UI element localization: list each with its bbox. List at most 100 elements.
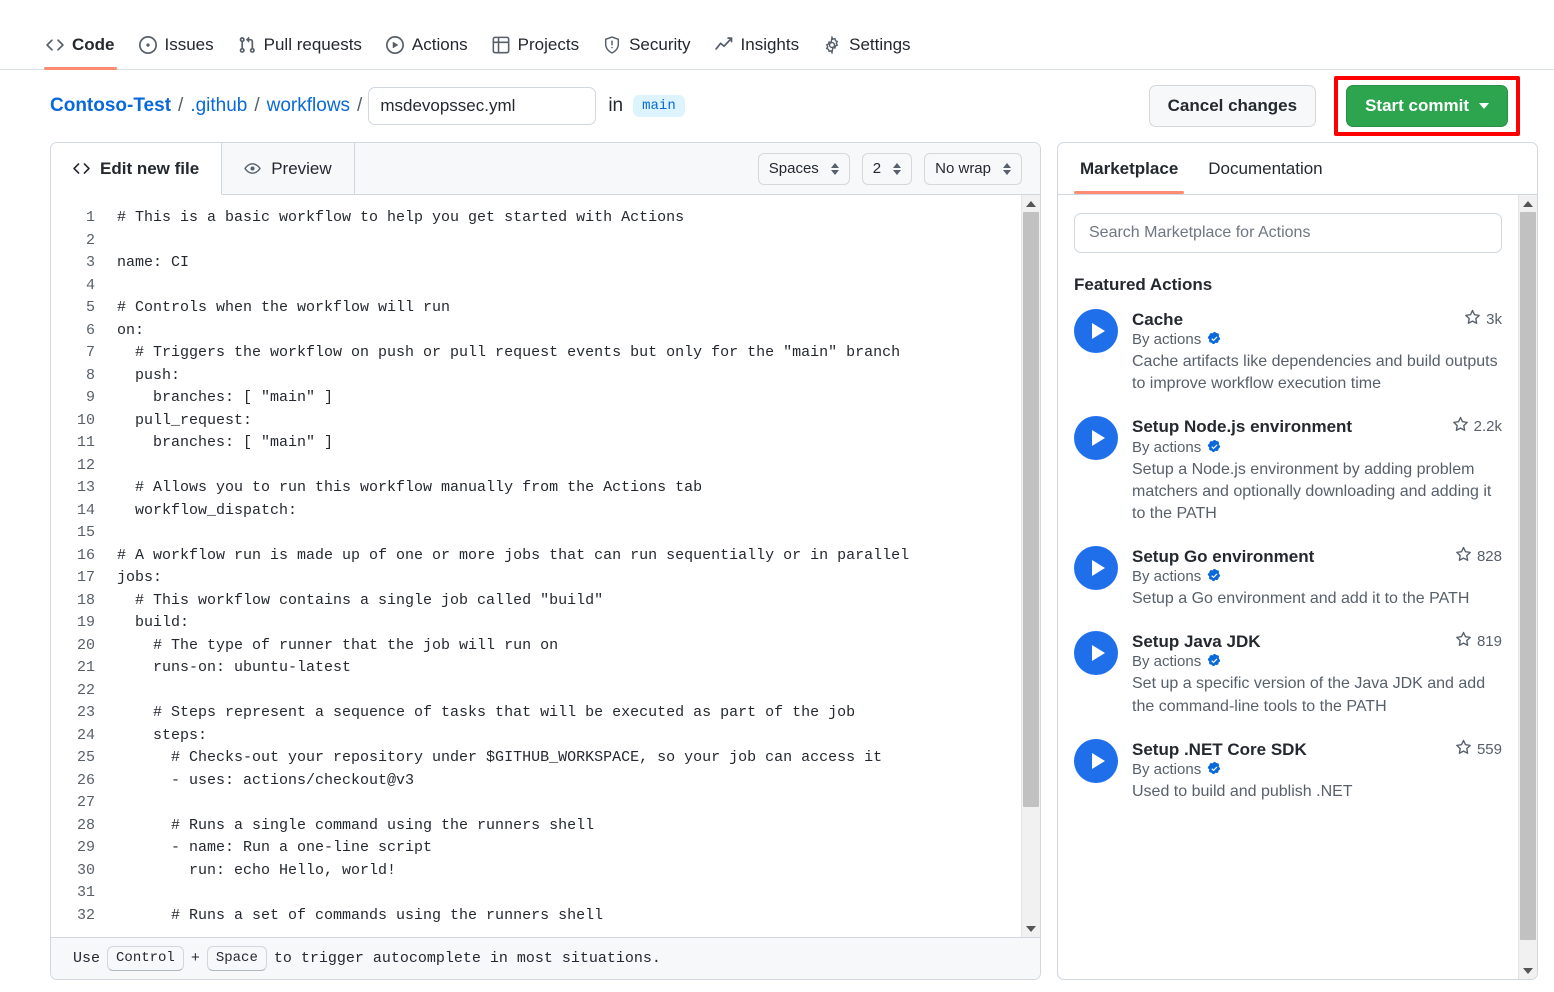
line-number: 3 bbox=[51, 252, 95, 275]
scroll-up-arrow-icon[interactable] bbox=[1022, 195, 1040, 212]
code-line[interactable]: run: echo Hello, world! bbox=[117, 860, 1021, 883]
featured-action-item[interactable]: Setup Go environment828By actionsSetup a… bbox=[1074, 546, 1502, 610]
featured-action-item[interactable]: Setup Java JDK819By actionsSet up a spec… bbox=[1074, 631, 1502, 717]
code-line[interactable]: steps: bbox=[117, 725, 1021, 748]
scroll-down-arrow-icon[interactable] bbox=[1519, 962, 1537, 979]
issue-opened-icon bbox=[139, 36, 157, 54]
code-line[interactable]: # The type of runner that the job will r… bbox=[117, 635, 1021, 658]
code-line[interactable]: workflow_dispatch: bbox=[117, 500, 1021, 523]
tab-preview[interactable]: Preview bbox=[222, 143, 354, 194]
breadcrumb-folder-workflows[interactable]: workflows bbox=[267, 95, 350, 117]
indent-mode-value: Spaces bbox=[769, 160, 819, 177]
code-line[interactable]: branches: [ "main" ] bbox=[117, 387, 1021, 410]
nav-item-pull-requests[interactable]: Pull requests bbox=[226, 35, 374, 69]
code-line[interactable]: pull_request: bbox=[117, 410, 1021, 433]
line-number: 30 bbox=[51, 860, 95, 883]
verified-badge-icon bbox=[1207, 332, 1222, 347]
git-pull-request-icon bbox=[238, 36, 256, 54]
star-icon bbox=[1455, 631, 1472, 652]
marketplace-scrollbar-thumb[interactable] bbox=[1520, 212, 1536, 940]
filename-input[interactable] bbox=[368, 87, 596, 125]
code-line[interactable]: # Checks-out your repository under $GITH… bbox=[117, 747, 1021, 770]
hint-plus: + bbox=[191, 950, 200, 967]
code-line[interactable]: # Triggers the workflow on push or pull … bbox=[117, 342, 1021, 365]
code-line[interactable]: - name: Run a one-line script bbox=[117, 837, 1021, 860]
start-commit-button[interactable]: Start commit bbox=[1346, 85, 1508, 127]
code-line[interactable]: push: bbox=[117, 365, 1021, 388]
nav-item-insights[interactable]: Insights bbox=[703, 35, 812, 69]
code-line[interactable]: runs-on: ubuntu-latest bbox=[117, 657, 1021, 680]
scroll-up-arrow-icon[interactable] bbox=[1519, 195, 1537, 212]
code-line[interactable]: # Runs a set of commands using the runne… bbox=[117, 905, 1021, 928]
code-line[interactable] bbox=[117, 680, 1021, 703]
indent-size-select[interactable]: 2 bbox=[862, 153, 912, 185]
editor-scrollbar[interactable] bbox=[1021, 195, 1040, 937]
nav-item-label: Actions bbox=[412, 35, 468, 55]
action-name[interactable]: Setup .NET Core SDK bbox=[1132, 739, 1307, 760]
code-line[interactable]: name: CI bbox=[117, 252, 1021, 275]
code-line[interactable]: # Steps represent a sequence of tasks th… bbox=[117, 702, 1021, 725]
tab-marketplace[interactable]: Marketplace bbox=[1072, 145, 1186, 193]
code-text[interactable]: # This is a basic workflow to help you g… bbox=[107, 207, 1021, 937]
action-name[interactable]: Setup Go environment bbox=[1132, 546, 1314, 567]
line-number: 22 bbox=[51, 680, 95, 703]
wrap-mode-select[interactable]: No wrap bbox=[924, 153, 1022, 185]
breadcrumb-folder-github[interactable]: .github bbox=[190, 95, 247, 117]
action-details: Cache3kBy actionsCache artifacts like de… bbox=[1132, 309, 1502, 395]
search-input[interactable] bbox=[1074, 213, 1502, 253]
featured-actions-heading: Featured Actions bbox=[1074, 275, 1502, 295]
code-line[interactable]: # Allows you to run this workflow manual… bbox=[117, 477, 1021, 500]
line-number: 17 bbox=[51, 567, 95, 590]
nav-item-actions[interactable]: Actions bbox=[374, 35, 480, 69]
marketplace-scrollbar[interactable] bbox=[1518, 195, 1537, 979]
code-line[interactable] bbox=[117, 522, 1021, 545]
line-number: 26 bbox=[51, 770, 95, 793]
nav-item-settings[interactable]: Settings bbox=[811, 35, 922, 69]
code-line[interactable]: jobs: bbox=[117, 567, 1021, 590]
tab-edit-new-file[interactable]: Edit new file bbox=[51, 143, 222, 195]
action-name[interactable]: Cache bbox=[1132, 309, 1183, 330]
eye-icon bbox=[244, 160, 261, 177]
chevron-down-icon[interactable] bbox=[1479, 103, 1489, 109]
featured-action-item[interactable]: Setup Node.js environment2.2kBy actionsS… bbox=[1074, 416, 1502, 524]
code-line[interactable]: # This workflow contains a single job ca… bbox=[117, 590, 1021, 613]
code-line[interactable] bbox=[117, 275, 1021, 298]
chevron-updown-icon bbox=[893, 163, 901, 175]
code-line[interactable]: # This is a basic workflow to help you g… bbox=[117, 207, 1021, 230]
line-number: 8 bbox=[51, 365, 95, 388]
code-line[interactable] bbox=[117, 792, 1021, 815]
code-line[interactable]: # A workflow run is made up of one or mo… bbox=[117, 545, 1021, 568]
hint-tail: to trigger autocomplete in most situatio… bbox=[274, 950, 661, 967]
action-name[interactable]: Setup Java JDK bbox=[1132, 631, 1261, 652]
code-line[interactable]: on: bbox=[117, 320, 1021, 343]
nav-item-code[interactable]: Code bbox=[34, 35, 127, 69]
code-line[interactable]: - uses: actions/checkout@v3 bbox=[117, 770, 1021, 793]
tab-documentation[interactable]: Documentation bbox=[1200, 145, 1330, 193]
line-number: 20 bbox=[51, 635, 95, 658]
nav-item-issues[interactable]: Issues bbox=[127, 35, 226, 69]
code-line[interactable] bbox=[117, 882, 1021, 905]
code-line[interactable] bbox=[117, 230, 1021, 253]
breadcrumb-separator: / bbox=[178, 95, 183, 117]
cancel-changes-button[interactable]: Cancel changes bbox=[1149, 85, 1316, 127]
verified-badge-icon bbox=[1207, 569, 1222, 584]
line-number: 19 bbox=[51, 612, 95, 635]
code-line[interactable]: # Runs a single command using the runner… bbox=[117, 815, 1021, 838]
nav-item-security[interactable]: Security bbox=[591, 35, 702, 69]
breadcrumb-repo-link[interactable]: Contoso-Test bbox=[50, 95, 171, 117]
code-line[interactable]: build: bbox=[117, 612, 1021, 635]
featured-action-item[interactable]: Cache3kBy actionsCache artifacts like de… bbox=[1074, 309, 1502, 395]
code-line[interactable] bbox=[117, 455, 1021, 478]
code-editor[interactable]: 1234567891011121314151617181920212223242… bbox=[51, 195, 1040, 937]
nav-item-projects[interactable]: Projects bbox=[480, 35, 591, 69]
code-line[interactable]: # Controls when the workflow will run bbox=[117, 297, 1021, 320]
featured-action-item[interactable]: Setup .NET Core SDK559By actionsUsed to … bbox=[1074, 739, 1502, 803]
marketplace-scrollbar-track[interactable] bbox=[1519, 212, 1537, 962]
star-icon bbox=[1455, 739, 1472, 760]
scroll-down-arrow-icon[interactable] bbox=[1022, 920, 1040, 937]
action-name[interactable]: Setup Node.js environment bbox=[1132, 416, 1352, 437]
editor-scrollbar-thumb[interactable] bbox=[1023, 212, 1039, 807]
code-line[interactable]: branches: [ "main" ] bbox=[117, 432, 1021, 455]
indent-mode-select[interactable]: Spaces bbox=[758, 153, 850, 185]
editor-scrollbar-track[interactable] bbox=[1022, 212, 1040, 920]
